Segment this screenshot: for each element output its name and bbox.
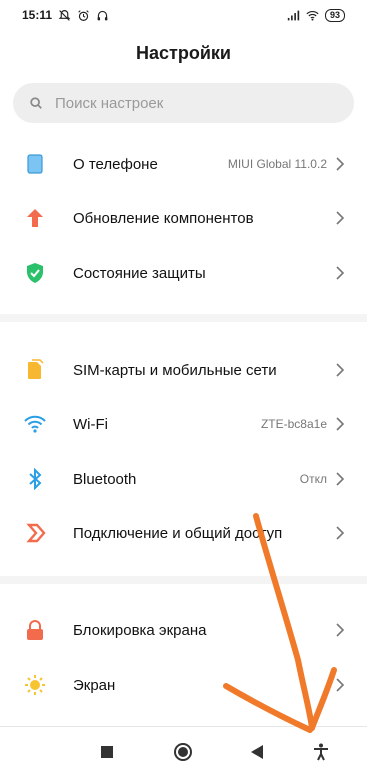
bluetooth-icon (24, 468, 46, 490)
chevron-right-icon (336, 363, 345, 377)
chevron-right-icon (336, 157, 345, 171)
settings-item-label: Обновление компонентов (73, 209, 254, 227)
chevron-right-icon (336, 417, 345, 431)
circle-icon (174, 743, 192, 761)
settings-item-label: Bluetooth (73, 470, 137, 488)
search-bar[interactable] (13, 83, 354, 123)
chevron-right-icon (336, 678, 345, 692)
settings-item-value: MIUI Global 11.0.2 (227, 157, 327, 171)
accessibility-icon (314, 743, 328, 761)
settings-item-display[interactable]: Экран (0, 658, 367, 712)
alarm-icon (78, 9, 89, 21)
recents-button[interactable] (97, 742, 117, 762)
chevron-right-icon (336, 472, 345, 486)
status-time: 15:11 (22, 8, 53, 22)
settings-item-label: Экран (73, 676, 116, 694)
search-input[interactable] (53, 93, 317, 113)
settings-item-wifi[interactable]: Wi-Fi ZTE-bc8a1e (0, 397, 367, 451)
settings-item-label: SIM-карты и мобильные сети (73, 361, 277, 379)
chevron-right-icon (336, 211, 345, 225)
wifi-icon (24, 413, 46, 435)
accessibility-button[interactable] (311, 742, 331, 762)
navigation-bar (0, 726, 367, 777)
settings-item-component-updates[interactable]: Обновление компонентов (0, 191, 367, 245)
chevron-right-icon (336, 526, 345, 540)
search-icon (30, 97, 42, 109)
settings-item-label: О телефоне (73, 155, 158, 173)
square-icon (101, 746, 113, 758)
headphones-icon (97, 10, 108, 20)
settings-item-label: Блокировка экрана (73, 621, 207, 639)
settings-item-connection-sharing[interactable]: Подключение и общий доступ (0, 506, 367, 560)
signal-icon (287, 10, 300, 20)
settings-item-label: Подключение и общий доступ (73, 524, 283, 542)
section-divider (0, 576, 367, 584)
settings-item-security-status[interactable]: Состояние защиты (0, 246, 367, 300)
home-button[interactable] (173, 742, 193, 762)
section-divider (0, 314, 367, 322)
settings-item-value: Откл (299, 472, 327, 486)
settings-item-about-phone[interactable]: О телефоне MIUI Global 11.0.2 (0, 137, 367, 191)
connection-sharing-icon (24, 522, 46, 544)
back-button[interactable] (247, 742, 267, 762)
settings-item-label: Wi-Fi (73, 415, 108, 433)
settings-item-bluetooth[interactable]: Bluetooth Откл (0, 452, 367, 506)
settings-item-value: ZTE-bc8a1e (260, 417, 327, 431)
chevron-right-icon (336, 623, 345, 637)
battery-indicator: 93 (324, 8, 345, 22)
notifications-off-icon (58, 9, 71, 21)
phone-icon (24, 153, 46, 175)
shield-icon (24, 262, 46, 284)
wifi-status-icon (306, 10, 319, 21)
lock-icon (24, 619, 46, 641)
page-title: Настройки (136, 43, 231, 63)
settings-item-label: Состояние защиты (73, 264, 206, 282)
settings-item-lock-screen[interactable]: Блокировка экрана (0, 603, 367, 657)
settings-item-sim-cards[interactable]: SIM-карты и мобильные сети (0, 343, 367, 397)
status-bar: 15:11 93 (0, 0, 367, 30)
update-arrow-icon (24, 207, 46, 229)
chevron-right-icon (336, 266, 345, 280)
sim-card-icon (24, 359, 46, 381)
triangle-back-icon (251, 745, 263, 759)
sun-icon (24, 674, 46, 696)
